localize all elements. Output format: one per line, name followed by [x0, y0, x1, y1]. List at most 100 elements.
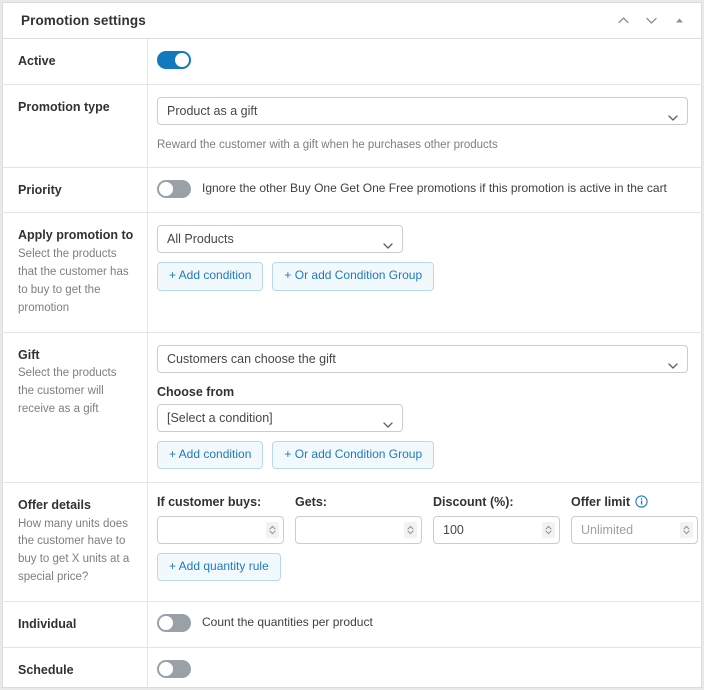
- discount-input[interactable]: [434, 516, 537, 543]
- row-priority: Priority Ignore the other Buy One Get On…: [3, 167, 701, 214]
- individual-toggle-label: Count the quantities per product: [202, 615, 373, 630]
- add-condition-button[interactable]: + Add condition: [157, 262, 264, 291]
- offer-details-grid: If customer buys: Gets: Discount (%): 10…: [157, 495, 698, 544]
- toggle-knob: [159, 181, 173, 196]
- offer-limit-input[interactable]: [572, 516, 675, 543]
- row-body-schedule: [148, 648, 701, 687]
- chevron-down-icon: [668, 356, 678, 369]
- row-body-gift: Customers can choose the gift Choose fro…: [148, 333, 701, 482]
- row-label-active: Active: [3, 39, 148, 84]
- promotion-type-select-value: Product as a gift: [167, 103, 258, 118]
- active-toggle[interactable]: [157, 51, 191, 69]
- quantity-stepper[interactable]: [266, 521, 279, 538]
- offer-column-header: Discount (%):: [433, 495, 560, 509]
- priority-toggle[interactable]: [157, 179, 191, 198]
- individual-toggle-row: Count the quantities per product: [157, 613, 688, 632]
- discount-field[interactable]: [433, 515, 560, 544]
- collapse-caret-icon[interactable]: [672, 13, 687, 28]
- gift-button-row: + Add condition + Or add Condition Group: [157, 440, 688, 469]
- label-gift: Gift: [18, 347, 40, 362]
- panel-header: Promotion settings: [3, 3, 701, 39]
- row-active: Active: [3, 39, 701, 85]
- choose-from-select-value: [Select a condition]: [167, 410, 273, 425]
- row-label-offer-details: Offer details How many units does the cu…: [3, 482, 148, 601]
- offer-column-gets: Gets:: [295, 495, 422, 544]
- offer-column-header-text: Gets:: [295, 494, 327, 509]
- offer-column-offer-limit: Offer limit: [571, 495, 698, 544]
- gets-input[interactable]: [296, 516, 399, 543]
- offer-column-header: Offer limit: [571, 495, 698, 509]
- offer-column-header-text: If customer buys:: [157, 494, 262, 509]
- chevron-down-icon: [668, 108, 678, 121]
- quantity-stepper[interactable]: [542, 521, 555, 538]
- priority-toggle-label: Ignore the other Buy One Get One Free pr…: [202, 181, 667, 196]
- apply-promotion-to-select-value: All Products: [167, 232, 234, 247]
- row-individual: Individual Count the quantities per prod…: [3, 601, 701, 648]
- row-gift: Gift Select the products the customer wi…: [3, 332, 701, 483]
- chevron-up-icon[interactable]: [616, 13, 631, 28]
- schedule-toggle[interactable]: [157, 659, 191, 678]
- quantity-stepper[interactable]: [404, 521, 417, 538]
- info-icon[interactable]: [635, 495, 648, 508]
- description-apply-promotion-to: Select the products that the customer ha…: [18, 248, 129, 314]
- row-body-active: [148, 39, 701, 84]
- choose-from-label: Choose from: [157, 384, 235, 399]
- if-customer-buys-field[interactable]: [157, 515, 284, 544]
- promotion-settings-panel: Promotion settings Active Promotion type: [2, 2, 702, 688]
- gift-select-value: Customers can choose the gift: [167, 351, 336, 366]
- promotion-type-select[interactable]: Product as a gift: [157, 96, 688, 125]
- toggle-knob: [159, 661, 173, 676]
- apply-promotion-to-button-row: + Add condition + Or add Condition Group: [157, 262, 688, 291]
- individual-toggle[interactable]: [157, 613, 191, 632]
- description-gift: Select the products the customer will re…: [18, 367, 117, 416]
- offer-column-discount: Discount (%):: [433, 495, 560, 544]
- row-label-apply-promotion-to: Apply promotion to Select the products t…: [3, 213, 148, 332]
- header-icon-group: [616, 13, 691, 28]
- apply-promotion-to-select[interactable]: All Products: [157, 225, 403, 254]
- offer-column-header-text: Discount (%):: [433, 494, 514, 509]
- row-schedule: Schedule: [3, 647, 701, 687]
- row-label-priority: Priority: [3, 167, 148, 213]
- row-body-individual: Count the quantities per product: [148, 602, 701, 647]
- row-body-offer-details: If customer buys: Gets: Discount (%): 10…: [148, 483, 701, 601]
- gift-add-condition-button[interactable]: + Add condition: [157, 440, 264, 469]
- offer-column-header: Gets:: [295, 495, 422, 509]
- row-label-gift: Gift Select the products the customer wi…: [3, 332, 148, 482]
- gift-add-condition-group-button[interactable]: + Or add Condition Group: [272, 440, 435, 469]
- label-offer-details: Offer details: [18, 497, 91, 512]
- label-schedule: Schedule: [18, 662, 74, 677]
- label-individual: Individual: [18, 616, 77, 631]
- offer-details-button-row: + Add quantity rule: [157, 552, 698, 581]
- row-offer-details: Offer details How many units does the cu…: [3, 482, 701, 602]
- row-body-promotion-type: Product as a gift Reward the customer wi…: [148, 85, 701, 167]
- quantity-stepper[interactable]: [680, 521, 693, 538]
- chevron-down-icon: [383, 415, 393, 428]
- gift-select[interactable]: Customers can choose the gift: [157, 344, 688, 373]
- add-quantity-rule-button[interactable]: + Add quantity rule: [157, 552, 281, 581]
- page-title: Promotion settings: [21, 13, 146, 28]
- offer-column-header-text: Offer limit: [571, 494, 631, 509]
- chevron-down-icon[interactable]: [644, 13, 659, 28]
- label-priority: Priority: [18, 182, 62, 197]
- if-customer-buys-input[interactable]: [158, 516, 261, 543]
- gets-field[interactable]: [295, 515, 422, 544]
- description-offer-details: How many units does the customer have to…: [18, 517, 130, 584]
- row-promotion-type: Promotion type Product as a gift Reward …: [3, 84, 701, 168]
- row-body-priority: Ignore the other Buy One Get One Free pr…: [148, 168, 701, 213]
- toggle-knob: [159, 615, 173, 630]
- label-active: Active: [18, 54, 56, 68]
- offer-column-header: If customer buys:: [157, 495, 284, 509]
- add-condition-group-button[interactable]: + Or add Condition Group: [272, 262, 435, 291]
- promotion-type-help-text: Reward the customer with a gift when he …: [157, 138, 498, 151]
- toggle-knob: [175, 53, 189, 67]
- chevron-down-icon: [383, 236, 393, 250]
- row-label-promotion-type: Promotion type: [3, 84, 148, 167]
- priority-toggle-row: Ignore the other Buy One Get One Free pr…: [157, 179, 688, 198]
- offer-limit-field[interactable]: [571, 515, 698, 544]
- label-apply-promotion-to: Apply promotion to: [18, 228, 134, 243]
- choose-from-select[interactable]: [Select a condition]: [157, 403, 403, 432]
- label-promotion-type: Promotion type: [18, 99, 110, 114]
- row-apply-promotion-to: Apply promotion to Select the products t…: [3, 213, 701, 333]
- offer-column-if-customer-buys: If customer buys:: [157, 495, 284, 544]
- row-label-individual: Individual: [3, 601, 148, 647]
